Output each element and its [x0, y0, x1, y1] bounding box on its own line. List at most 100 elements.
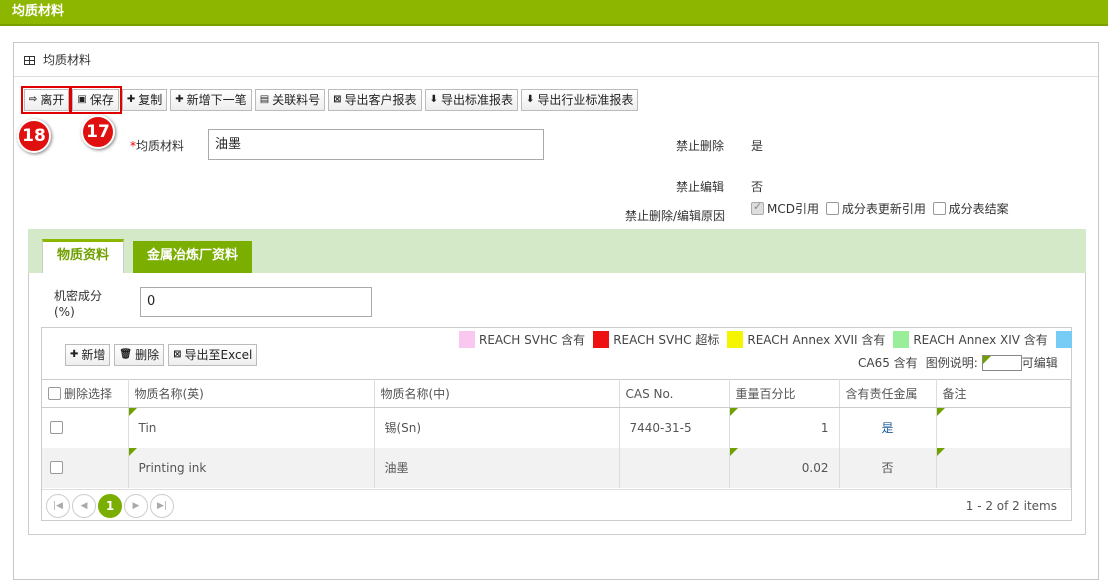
- legend-swatch-svhc-contains: [459, 331, 475, 348]
- legend-editable: 可编辑: [1021, 356, 1058, 370]
- mcd-reference-label: MCD引用: [767, 202, 819, 216]
- next-page-button[interactable]: ▶: [124, 493, 148, 518]
- cell-name-cn: 油墨: [374, 447, 620, 488]
- col-remark[interactable]: 备注: [936, 379, 1071, 408]
- col-cas[interactable]: CAS No.: [619, 379, 730, 408]
- forbid-edit-label: 禁止编辑: [676, 180, 725, 194]
- reason-label: 禁止删除/编辑原因: [625, 209, 726, 223]
- pager: |◀ ◀ 1 ▶ ▶| 1 - 2 of 2 items: [42, 489, 1071, 521]
- legend-ca65: CA65 含有: [858, 356, 918, 370]
- col-name-en[interactable]: 物质名称(英): [128, 379, 375, 408]
- save-button[interactable]: ▣ 保存: [69, 86, 122, 114]
- link-part-button[interactable]: ▤ 关联料号: [254, 89, 326, 111]
- legend-editable-sample: [981, 354, 1022, 371]
- last-page-button[interactable]: ▶|: [150, 493, 174, 518]
- page-header: 均质材料: [0, 0, 1108, 26]
- export-industry-button[interactable]: ⬇ 导出行业标准报表: [520, 89, 639, 111]
- legend-swatch-ca65: [1055, 331, 1072, 348]
- grid-export-label: 导出至Excel: [184, 348, 253, 362]
- cell-cas: [619, 447, 730, 488]
- export-standard-button[interactable]: ⬇ 导出标准报表: [424, 89, 518, 111]
- composition-closed-checkbox[interactable]: [932, 202, 946, 215]
- confidential-unit: (%): [54, 305, 75, 319]
- excel-icon: ⊠: [173, 349, 182, 360]
- page-number-button[interactable]: 1: [98, 493, 122, 518]
- substance-table: 删除选择 物质名称(英) 物质名称(中) CAS No. 重量百分比 含有责任金…: [42, 379, 1071, 488]
- material-panel: 均质材料 ⇨ 离开 ▣ 保存 ✚ 复制 ✚ 新增下一笔 ▤ 关联料号 ⊠ 导出客户报表 ⬇ 导…: [13, 42, 1099, 580]
- legend-swatch-annex-xvii: [727, 331, 744, 348]
- col-delete-select[interactable]: 删除选择: [42, 379, 129, 408]
- copy-button[interactable]: ✚ 复制: [121, 89, 168, 111]
- cell-name-cn: 锡(Sn): [374, 407, 620, 448]
- cell-weight[interactable]: 1: [729, 407, 840, 448]
- grid-toolbar: ✚ 新增 🗑 删除 ⊠ 导出至Excel: [65, 344, 258, 366]
- row-select: [42, 407, 129, 448]
- download-icon: ⬇: [525, 94, 535, 105]
- reason-options: MCD引用 成分表更新引用 成分表结案: [751, 200, 1009, 217]
- legend-annex-xiv: REACH Annex XIV 含有: [913, 333, 1048, 347]
- material-input[interactable]: 油墨: [208, 129, 544, 160]
- export-industry-label: 导出行业标准报表: [537, 93, 634, 107]
- grid-icon: [24, 56, 35, 65]
- cell-weight[interactable]: 0.02: [729, 447, 840, 488]
- cell-name-en[interactable]: Tin: [128, 407, 375, 448]
- legend-row: REACH SVHC 含有 REACH SVHC 超标 REACH Annex …: [459, 331, 1076, 348]
- save-label: 保存: [89, 93, 114, 107]
- download-icon: ⬇: [429, 94, 438, 105]
- document-icon: ▤: [259, 94, 270, 105]
- prev-page-button[interactable]: ◀: [72, 493, 96, 518]
- leave-button[interactable]: ⇨ 离开: [20, 86, 73, 114]
- material-label: *均质材料: [130, 139, 185, 153]
- cell-metal: 是: [839, 407, 937, 448]
- legend-swatch-annex-xiv: [893, 331, 910, 348]
- excel-icon: ⊠: [333, 94, 342, 105]
- cell-remark[interactable]: [936, 447, 1071, 488]
- cell-cas: 7440-31-5: [619, 407, 730, 448]
- legend-annex-xvii: REACH Annex XVII 含有: [747, 333, 886, 347]
- forbid-delete-value: 是: [751, 139, 764, 153]
- annotation-badge-leave: 18: [17, 119, 51, 153]
- plus-icon: ✚: [70, 349, 79, 360]
- tab-substance[interactable]: 物质资料: [42, 239, 125, 273]
- grid-delete-button[interactable]: 🗑 删除: [114, 344, 165, 366]
- cell-name-en[interactable]: Printing ink: [128, 447, 375, 488]
- leave-label: 离开: [40, 93, 65, 107]
- mcd-reference-checkbox[interactable]: [751, 200, 764, 215]
- row-checkbox[interactable]: [50, 460, 63, 474]
- table-row: Tin 锡(Sn) 7440-31-5 1 是: [42, 407, 1071, 448]
- grid-add-label: 新增: [81, 348, 106, 362]
- confidential-input[interactable]: 0: [140, 287, 372, 317]
- copy-label: 复制: [138, 93, 163, 107]
- legend-row-2: CA65 含有 图例说明: 可编辑: [858, 354, 1058, 371]
- plus-icon: ✚: [175, 94, 184, 105]
- confidential-label: 机密成分: [54, 289, 103, 303]
- cell-remark[interactable]: [936, 407, 1071, 448]
- plus-icon: ✚: [126, 94, 136, 105]
- substance-grid: ✚ 新增 🗑 删除 ⊠ 导出至Excel REACH SVHC 含有 REACH SV…: [41, 327, 1072, 521]
- first-page-button[interactable]: |◀: [46, 493, 70, 518]
- legend-swatch-svhc-exceed: [593, 331, 610, 348]
- exit-icon: ⇨: [29, 94, 38, 105]
- row-checkbox[interactable]: [50, 420, 63, 434]
- col-name-cn[interactable]: 物质名称(中): [374, 379, 620, 408]
- panel-header: 均质材料: [14, 43, 1098, 77]
- grid-export-button[interactable]: ⊠ 导出至Excel: [168, 344, 258, 366]
- col-metal[interactable]: 含有责任金属: [839, 379, 937, 408]
- legend-description: 图例说明:: [925, 356, 978, 370]
- row-select: [42, 447, 129, 488]
- col-weight[interactable]: 重量百分比: [729, 379, 840, 408]
- export-standard-label: 导出标准报表: [440, 93, 513, 107]
- export-customer-button[interactable]: ⊠ 导出客户报表: [328, 89, 422, 111]
- export-customer-label: 导出客户报表: [344, 93, 417, 107]
- forbid-delete-label: 禁止删除: [676, 139, 725, 153]
- add-next-button[interactable]: ✚ 新增下一笔: [170, 89, 252, 111]
- legend-svhc-exceed: REACH SVHC 超标: [613, 333, 720, 347]
- composition-update-checkbox[interactable]: [825, 202, 839, 215]
- cell-metal: 否: [839, 447, 937, 488]
- legend-svhc-contains: REACH SVHC 含有: [479, 333, 586, 347]
- panel-title: 均质材料: [43, 53, 92, 67]
- pager-summary: 1 - 2 of 2 items: [965, 498, 1057, 513]
- select-all-checkbox[interactable]: [48, 387, 61, 400]
- tab-smelter[interactable]: 金属冶炼厂资料: [133, 241, 253, 273]
- grid-add-button[interactable]: ✚ 新增: [65, 344, 111, 366]
